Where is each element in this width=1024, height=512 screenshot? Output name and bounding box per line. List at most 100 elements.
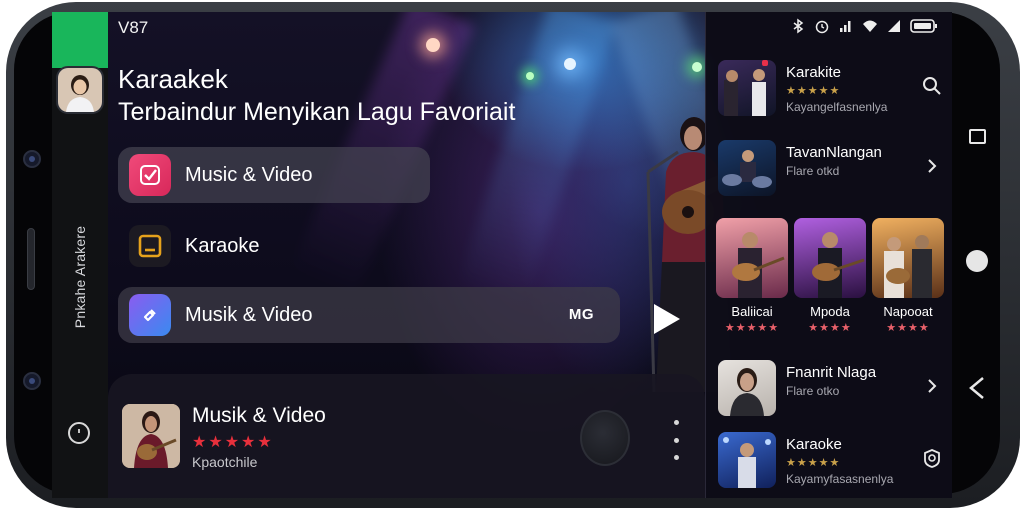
- search-icon[interactable]: [922, 76, 942, 96]
- grid-card-title: Mpoda: [810, 304, 850, 319]
- chevron-right-icon[interactable]: [922, 376, 942, 396]
- stage-light: [564, 58, 576, 70]
- link-glyph: [143, 309, 156, 322]
- circle-icon: [966, 250, 988, 272]
- guitarist-image: [812, 232, 865, 298]
- wifi-icon: [863, 20, 877, 32]
- dot: [673, 455, 679, 460]
- karaoke-glyph: [138, 234, 162, 258]
- list-item-thumbnail: [718, 432, 776, 488]
- guitarist-image: [732, 232, 785, 298]
- grid-card[interactable]: Mpoda ★★★★: [794, 218, 866, 334]
- back-button[interactable]: [965, 376, 989, 400]
- grid-card-title: Baliicai: [731, 304, 773, 319]
- rating-stars: ★★★★★: [786, 457, 841, 469]
- menu-item-karaoke[interactable]: Karaoke: [118, 218, 378, 274]
- list-item[interactable]: Karakite ★★★★★ Kayangelfasnenlya: [718, 60, 950, 120]
- play-button[interactable]: [650, 302, 684, 336]
- app-screen: Pnkahe Arakere V87 Karaakek Terbaindur M…: [52, 12, 952, 498]
- mini-player-thumbnail: [122, 404, 180, 468]
- side-rail: Pnkahe Arakere: [52, 12, 108, 498]
- rating-stars: ★★★★: [808, 322, 852, 334]
- back-arrow-icon: [969, 377, 984, 399]
- system-navbar: [955, 0, 999, 512]
- power-glyph: [78, 429, 80, 433]
- rating-stars: ★★★★★: [724, 322, 780, 334]
- list-item-subtitle: Flare otko: [786, 384, 840, 398]
- drummer-image: [722, 150, 772, 188]
- list-item-subtitle: Kayamyfasasnenlya: [786, 472, 894, 486]
- chevron-right-icon[interactable]: [922, 156, 942, 176]
- mini-player[interactable]: Musik & Video ★★★★★ Kpaotchile: [108, 374, 705, 498]
- list-item[interactable]: TavanNlangan Flare otkd: [718, 140, 950, 200]
- karaoke-icon: [129, 225, 171, 267]
- list-item-subtitle: Kayangelfasnenlya: [786, 100, 888, 114]
- play-icon: [654, 304, 680, 334]
- power-icon[interactable]: [68, 422, 90, 444]
- battery-icon: [910, 19, 937, 33]
- app-subtitle: Terbaindur Menyikan Lagu Favoriait: [118, 98, 516, 126]
- recent-apps-button[interactable]: [965, 124, 989, 148]
- grid-card-thumbnail: [716, 218, 788, 298]
- grid-card[interactable]: Napooat ★★★★: [872, 218, 944, 334]
- menu-item-music-video[interactable]: Music & Video: [118, 147, 430, 203]
- more-options-icon[interactable]: [673, 420, 679, 460]
- camera-icon: [23, 150, 41, 168]
- check-glyph: [140, 165, 160, 185]
- sensor-icon: [23, 372, 41, 390]
- singer-portrait-image: [730, 368, 764, 416]
- rating-stars: ★★★★★: [192, 434, 274, 451]
- grid-card-thumbnail: [794, 218, 866, 298]
- grid-card-thumbnail: [872, 218, 944, 298]
- stage-light: [692, 62, 702, 72]
- list-item-thumbnail: [718, 60, 776, 116]
- avatar-person-icon: [58, 68, 102, 112]
- list-item[interactable]: Fnanrit Nlaga Flare otko: [718, 360, 950, 420]
- list-item-title: Fnanrit Nlaga: [786, 364, 877, 381]
- list-item-title: TavanNlangan: [786, 144, 882, 161]
- avatar[interactable]: [56, 66, 104, 114]
- grid-card-title: Napooat: [883, 304, 933, 319]
- list-item-thumbnail: [718, 360, 776, 416]
- speaker-grille: [27, 228, 35, 290]
- check-icon: [129, 154, 171, 196]
- mini-player-title: Musik & Video: [192, 404, 326, 427]
- square-icon: [968, 128, 986, 144]
- bluetooth-icon: [793, 18, 804, 34]
- duo-image: [884, 235, 932, 298]
- menu-item-label: Musik & Video: [185, 303, 313, 326]
- list-item-thumbnail: [718, 140, 776, 196]
- dot: [673, 437, 679, 443]
- menu-item-musik-video[interactable]: Musik & Video MG: [118, 287, 620, 343]
- list-item[interactable]: Karaoke ★★★★★ Kayamyfasasnenlya: [718, 432, 950, 492]
- light-beam: [457, 12, 617, 309]
- band-image: [724, 60, 768, 116]
- rating-stars: ★★★★: [886, 322, 930, 334]
- rating-stars: ★★★★★: [786, 85, 841, 97]
- signal-strength-icon: [888, 20, 900, 32]
- menu-item-label: Music & Video: [185, 163, 313, 186]
- dot: [673, 420, 679, 425]
- status-time: V87: [118, 18, 149, 37]
- stage-light: [526, 72, 534, 80]
- grid-card[interactable]: Baliicai ★★★★★: [716, 218, 788, 334]
- stage-light: [426, 38, 440, 52]
- guitarist-image: [122, 404, 180, 468]
- list-item-title: Karakite: [786, 64, 842, 81]
- alarm-icon: [815, 20, 829, 34]
- signal-icon: [840, 21, 851, 32]
- record-button[interactable]: [580, 410, 630, 466]
- list-item-subtitle: Flare otkd: [786, 164, 840, 178]
- settings-badge-icon[interactable]: [922, 448, 942, 468]
- link-icon: [129, 294, 171, 336]
- singer-stage-image: [723, 437, 771, 488]
- list-item-title: Karaoke: [786, 436, 842, 453]
- app-title: Karaakek: [118, 64, 228, 94]
- rail-label: Pnkahe Arakere: [72, 225, 88, 329]
- status-icons: [790, 18, 938, 34]
- menu-item-label: Karaoke: [185, 234, 260, 257]
- right-panel: Karakite ★★★★★ Kayangelfasnenlya TavanNl…: [705, 12, 952, 498]
- mini-player-subtitle: Kpaotchile: [192, 454, 258, 470]
- home-button[interactable]: [965, 249, 989, 273]
- menu-item-badge: MG: [568, 306, 594, 323]
